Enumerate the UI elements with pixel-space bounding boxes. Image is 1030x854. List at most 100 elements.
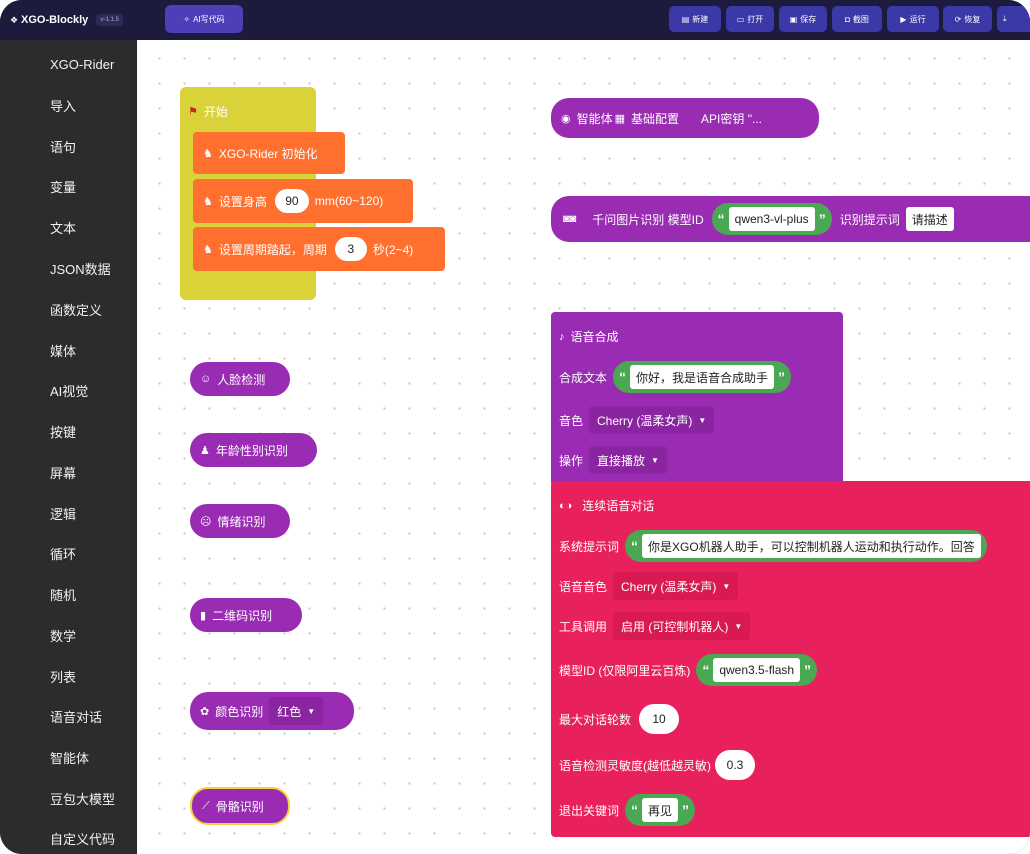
- sidebar-item-json[interactable]: JSON数据: [0, 250, 137, 286]
- tts-title: 语音合成: [570, 330, 619, 344]
- face-detect-block[interactable]: ☺ 人脸检测: [190, 362, 290, 396]
- color-detect-block[interactable]: ✿ 颜色识别 红色 ▼: [190, 692, 354, 730]
- more-button[interactable]: ⤓: [997, 6, 1030, 32]
- stepping-value-input[interactable]: 3: [334, 237, 367, 261]
- sidebar-item-buttons[interactable]: 按键: [0, 413, 137, 449]
- exit-string[interactable]: “ 再见 ”: [625, 794, 696, 826]
- model-string[interactable]: “ qwen3.5-flash ”: [696, 654, 818, 686]
- model-input[interactable]: qwen3.5-flash: [713, 658, 801, 682]
- face-emoji-icon: ☺: [200, 373, 212, 385]
- run-button[interactable]: ▶ 运行: [887, 6, 939, 32]
- sidebar-item-ai-vision[interactable]: AI视觉: [0, 372, 137, 408]
- tts-text-string[interactable]: “ 你好，我是语音合成助手 ”: [613, 361, 792, 393]
- play-icon: ▶: [900, 14, 907, 24]
- sidebar-item-import[interactable]: 导入: [0, 87, 137, 123]
- sidebar-item-loops[interactable]: 循环: [0, 535, 137, 571]
- sidebar-item-statements[interactable]: 语句: [0, 128, 137, 164]
- set-stepping-block[interactable]: ♞ 设置周期踏起，周期 3 秒(2~4): [193, 227, 445, 271]
- rider-init-block[interactable]: ♞ XGO-Rider 初始化: [193, 132, 345, 174]
- sidebar-item-math[interactable]: 数学: [0, 617, 137, 653]
- tool-dropdown[interactable]: 启用 (可控制机器人) ▼: [613, 612, 751, 640]
- sidebar-item-label: 导入: [50, 98, 77, 114]
- sidebar-item-media[interactable]: 媒体: [0, 332, 137, 368]
- set-height-block[interactable]: ♞ 设置身高 90 mm(60~120): [193, 179, 413, 223]
- camera-icon: ◘: [845, 14, 850, 24]
- sidebar-item-random[interactable]: 随机: [0, 576, 137, 612]
- rider-init-label: XGO-Rider 初始化: [218, 146, 318, 161]
- qrcode-block[interactable]: ▮ 二维码识别: [190, 598, 302, 632]
- sidebar-item-lists[interactable]: 列表: [0, 658, 137, 694]
- sys-prompt-input[interactable]: 你是XGO机器人助手，可以控制机器人运动和执行动作。回答: [642, 534, 981, 558]
- mic-chat-icon: ◐◑: [559, 499, 573, 512]
- skeleton-block[interactable]: ⟋ 骨骼识别: [190, 787, 290, 825]
- tts-voice-value: Cherry (温柔女声): [597, 413, 693, 428]
- sidebar-item-label: 语音对话: [50, 709, 103, 725]
- robot-logo-icon: ❖: [10, 15, 19, 25]
- height-unit-label: mm(60~120): [314, 194, 384, 208]
- quote-close-icon: ”: [804, 662, 812, 678]
- new-file-icon: ▤: [681, 14, 690, 24]
- rounds-input[interactable]: 10: [639, 704, 680, 734]
- voice-dropdown[interactable]: Cherry (温柔女声) ▼: [613, 572, 739, 600]
- open-button[interactable]: ▭ 打开: [726, 6, 774, 32]
- sys-prompt-string[interactable]: “ 你是XGO机器人助手，可以控制机器人运动和执行动作。回答: [625, 530, 987, 562]
- tts-op-dropdown[interactable]: 直接播放 ▼: [589, 446, 667, 474]
- emotion-block[interactable]: ☹ 情绪识别: [190, 504, 290, 538]
- sidebar-item-agent[interactable]: 智能体: [0, 739, 137, 775]
- height-value-input[interactable]: 90: [274, 189, 309, 213]
- sidebar-item-logic[interactable]: 逻辑: [0, 495, 137, 531]
- config-icon: ▦: [614, 112, 626, 125]
- screenshot-button[interactable]: ◘ 截图: [832, 6, 882, 32]
- sidebar-item-label: 循环: [50, 546, 77, 562]
- tts-block[interactable]: ♪ 语音合成 合成文本 “ 你好，我是语音合成助手 ” 音色 Cherry (温…: [551, 312, 843, 486]
- quote-close-icon: ”: [818, 211, 826, 227]
- skeleton-label: 骨骼识别: [215, 799, 264, 814]
- blockly-workspace[interactable]: ⚑ 开始 ♞ XGO-Rider 初始化 ♞ 设置身高 90 mm(60~120…: [137, 40, 1030, 854]
- restore-button[interactable]: ⟳ 恢复: [943, 6, 992, 32]
- age-gender-block[interactable]: ♟ 年龄性别识别: [190, 433, 317, 467]
- sidebar-item-variables[interactable]: 变量: [0, 168, 137, 204]
- sidebar-item-label: 屏幕: [50, 465, 77, 481]
- tts-voice-label: 音色: [559, 413, 584, 428]
- sidebar-item-voice-dialog[interactable]: 语音对话: [0, 698, 137, 734]
- set-height-label: 设置身高: [218, 194, 267, 209]
- model-string-block[interactable]: “ qwen3-vl-plus ”: [711, 203, 832, 235]
- new-button[interactable]: ▤ 新建: [669, 6, 721, 32]
- qwen-image-block[interactable]: ◙◙ 千问图片识别 模型ID “ qwen3-vl-plus ” 识别提示词 请…: [551, 196, 1030, 242]
- sidebar-item-label: 自定义代码: [50, 831, 116, 847]
- color-detect-label: 颜色识别: [215, 704, 264, 719]
- prompt-input[interactable]: 请描述: [905, 207, 954, 231]
- tool-label: 工具调用: [559, 619, 608, 634]
- tts-text-input[interactable]: 你好，我是语音合成助手: [630, 365, 775, 389]
- sidebar-item-label: 变量: [50, 179, 77, 195]
- sidebar-item-label: 智能体: [50, 750, 90, 766]
- agent-config-block[interactable]: ◉ 智能体 ▦ 基础配置 API密钥 "...: [551, 98, 819, 138]
- agent-icon: ◉: [561, 112, 571, 125]
- ai-code-button[interactable]: ✧ AI写代码: [165, 5, 243, 33]
- flag-icon: ⚑: [188, 106, 198, 118]
- sidebar-item-screen[interactable]: 屏幕: [0, 454, 137, 490]
- quote-open-icon: “: [619, 369, 627, 385]
- sidebar-item-text[interactable]: 文本: [0, 209, 137, 245]
- model-id-input[interactable]: qwen3-vl-plus: [728, 207, 815, 231]
- voice-dialog-block[interactable]: ◐◑ 连续语音对话 系统提示词 “ 你是XGO机器人助手，可以控制机器人运动和执…: [551, 481, 1030, 837]
- api-key-label: API密钥 "...: [701, 111, 762, 126]
- tts-text-label: 合成文本: [559, 370, 608, 385]
- tts-voice-dropdown[interactable]: Cherry (温柔女声) ▼: [589, 406, 715, 434]
- sensitivity-input[interactable]: 0.3: [715, 750, 755, 780]
- sidebar-item-functions[interactable]: 函数定义: [0, 291, 137, 327]
- sidebar-item-doubao[interactable]: 豆包大模型: [0, 780, 137, 816]
- palette-icon: ✿: [200, 705, 210, 718]
- sidebar-item-custom-code[interactable]: 自定义代码: [0, 820, 137, 854]
- top-toolbar: ❖ XGO-Blockly v-1.1.5 ✧ AI写代码 ▤ 新建 ▭ 打开 …: [0, 0, 1030, 40]
- sidebar-item-label: JSON数据: [50, 261, 111, 277]
- save-button[interactable]: ▣ 保存: [779, 6, 827, 32]
- prompt-label: 识别提示词: [839, 212, 900, 227]
- agent-config-label: 基础配置: [631, 111, 680, 126]
- face-detect-label: 人脸检测: [217, 372, 266, 387]
- exit-input[interactable]: 再见: [642, 798, 679, 822]
- chevron-down-icon: ▼: [651, 455, 659, 465]
- color-dropdown[interactable]: 红色 ▼: [269, 697, 324, 725]
- sidebar-item-xgo-rider[interactable]: XGO-Rider: [0, 46, 137, 82]
- download-icon: ⤓: [1003, 14, 1007, 23]
